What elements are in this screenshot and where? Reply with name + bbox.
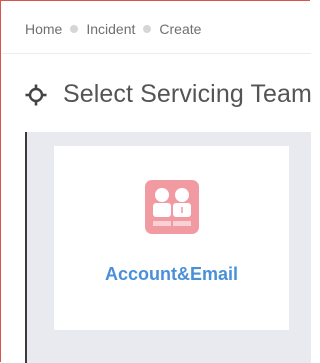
- page-title: Select Servicing Team: [63, 80, 312, 108]
- breadcrumb-separator-dot: [70, 25, 79, 33]
- breadcrumb-create: Create: [159, 21, 202, 37]
- team-list: Account&Email: [25, 132, 311, 363]
- breadcrumb-home[interactable]: Home: [25, 21, 62, 37]
- header-divider: [2, 53, 311, 54]
- breadcrumb: Home Incident Create: [25, 21, 201, 37]
- page-header: Select Servicing Team: [25, 80, 312, 109]
- team-name-label: Account&Email: [104, 264, 239, 284]
- team-users-icon: [145, 180, 199, 234]
- breadcrumb-incident[interactable]: Incident: [86, 21, 135, 37]
- breadcrumb-separator-dot: [143, 25, 152, 33]
- team-card-account-email[interactable]: Account&Email: [54, 146, 289, 330]
- app-frame: Home Incident Create Select Servicing Te…: [0, 0, 312, 363]
- crosshair-icon: [25, 84, 47, 105]
